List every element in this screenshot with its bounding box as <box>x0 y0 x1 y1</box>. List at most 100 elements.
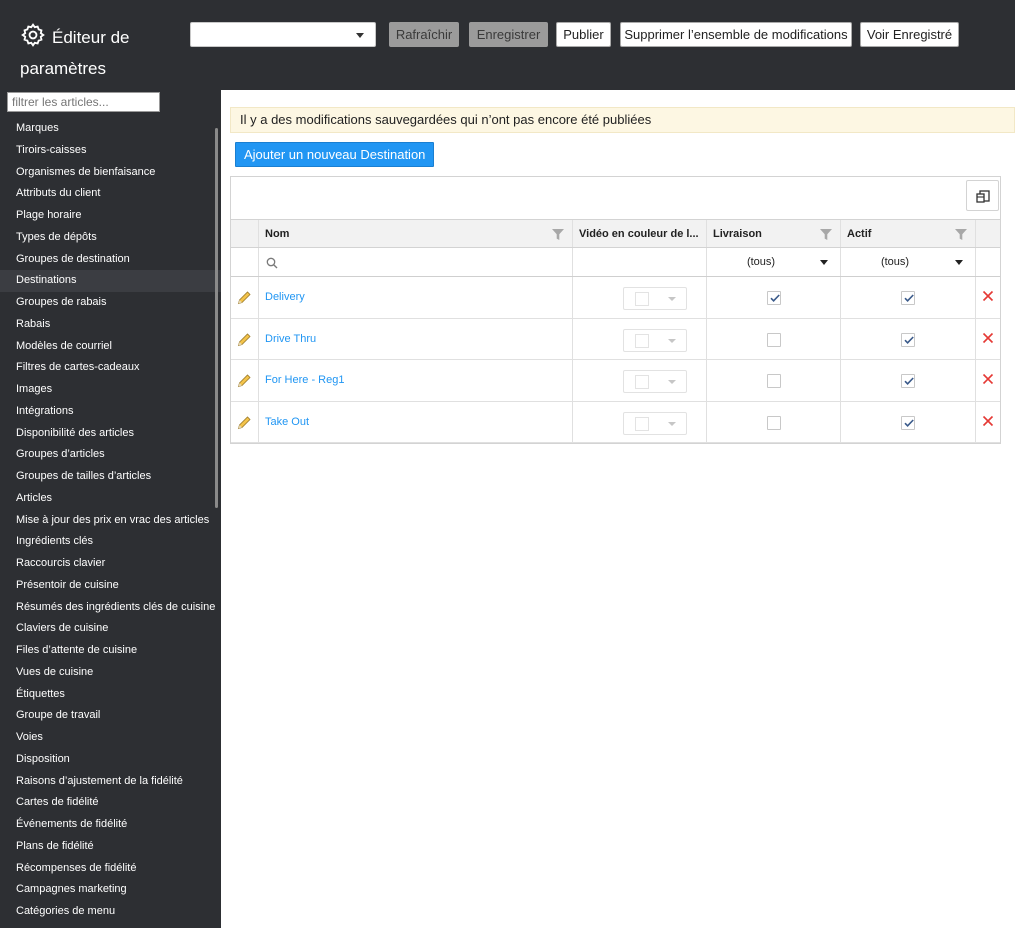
sidebar-item[interactable]: Intégrations <box>0 401 221 423</box>
sidebar-item[interactable]: Raccourcis clavier <box>0 553 221 575</box>
pencil-icon[interactable] <box>237 415 252 430</box>
funnel-icon[interactable] <box>820 229 832 240</box>
delivery-checkbox[interactable] <box>767 415 781 430</box>
active-filter-select[interactable]: (tous) <box>841 248 976 276</box>
sidebar-item[interactable]: Mise à jour des prix en vrac des article… <box>0 510 221 532</box>
color-dropdown[interactable] <box>623 287 687 310</box>
close-icon[interactable] <box>982 332 994 344</box>
refresh-button[interactable]: Rafraîchir <box>389 22 459 47</box>
sidebar-item[interactable]: Tiroirs-caisses <box>0 140 221 162</box>
color-swatch <box>635 333 649 348</box>
sidebar-item[interactable]: Catégories de menu <box>0 901 221 923</box>
funnel-icon[interactable] <box>955 229 967 240</box>
grid-toolbar <box>231 177 1000 220</box>
header-delete-col <box>976 220 1000 247</box>
sidebar-item[interactable]: Plage horaire <box>0 205 221 227</box>
sidebar-item[interactable]: Plans de fidélité <box>0 836 221 858</box>
sidebar-item[interactable]: Disposition <box>0 749 221 771</box>
name-filter-input[interactable] <box>259 248 573 276</box>
delivery-cell <box>707 401 841 442</box>
view-saved-button[interactable]: Voir Enregistré <box>860 22 959 47</box>
destination-name-link[interactable]: Drive Thru <box>259 333 316 345</box>
sidebar-item[interactable]: Claviers de cuisine <box>0 618 221 640</box>
sidebar-item[interactable]: Événements de fidélité <box>0 814 221 836</box>
column-header-video-color[interactable]: Vidéo en couleur de l... <box>573 220 707 247</box>
sidebar-item[interactable]: Groupes de tailles d’articles <box>0 466 221 488</box>
save-button[interactable]: Enregistrer <box>469 22 548 47</box>
sidebar-item[interactable]: Types de dépôts <box>0 227 221 249</box>
sidebar-item[interactable]: Récompenses de fidélité <box>0 858 221 880</box>
active-checkbox[interactable] <box>901 415 915 430</box>
delivery-checkbox[interactable] <box>767 332 781 347</box>
color-dropdown[interactable] <box>623 411 687 435</box>
sidebar-item[interactable]: Vues de cuisine <box>0 662 221 684</box>
pencil-icon[interactable] <box>237 373 252 388</box>
sidebar-item[interactable]: Files d’attente de cuisine <box>0 640 221 662</box>
sidebar-item[interactable]: Cartes de fidélité <box>0 792 221 814</box>
delivery-filter-select[interactable]: (tous) <box>707 248 841 276</box>
pencil-icon[interactable] <box>237 332 252 347</box>
active-checkbox[interactable] <box>901 291 915 305</box>
sidebar-item[interactable]: Groupes d’articles <box>0 444 221 466</box>
destination-name-link[interactable]: Take Out <box>259 416 309 428</box>
sidebar-item[interactable]: Organismes de bienfaisance <box>0 162 221 184</box>
funnel-icon[interactable] <box>552 229 564 240</box>
color-swatch <box>635 292 649 306</box>
column-header-delivery[interactable]: Livraison <box>707 220 841 247</box>
sidebar-item[interactable]: Disponibilité des articles <box>0 423 221 445</box>
sidebar-item[interactable]: Présentoir de cuisine <box>0 575 221 597</box>
sidebar-item[interactable]: Destinations <box>0 270 221 292</box>
sidebar-item[interactable]: Ingrédients clés <box>0 531 221 553</box>
sidebar-item[interactable]: Étiquettes <box>0 684 221 706</box>
sidebar-item[interactable]: Résumés des ingrédients clés de cuisine <box>0 597 221 619</box>
table-row: Delivery <box>231 277 1000 319</box>
sidebar-item[interactable]: Groupe de travail <box>0 705 221 727</box>
delivery-filter-value: (tous) <box>746 256 776 268</box>
sidebar-item[interactable]: Images <box>0 379 221 401</box>
filter-delete-col <box>976 248 1000 276</box>
sidebar-item[interactable]: Groupes de rabais <box>0 292 221 314</box>
delete-changeset-button[interactable]: Supprimer l’ensemble de modifications <box>620 22 852 47</box>
close-icon[interactable] <box>982 373 994 385</box>
close-icon[interactable] <box>982 415 994 427</box>
name-cell: Delivery <box>259 277 573 318</box>
close-icon[interactable] <box>982 290 994 302</box>
changeset-select[interactable] <box>190 22 376 47</box>
destination-name-link[interactable]: Delivery <box>259 291 305 303</box>
delete-cell <box>976 360 1000 401</box>
sidebar-scrollbar[interactable] <box>215 128 218 508</box>
color-dropdown[interactable] <box>623 370 687 393</box>
sidebar-filter-input[interactable] <box>7 92 160 112</box>
active-checkbox[interactable] <box>901 374 915 388</box>
sidebar-item[interactable]: Voies <box>0 727 221 749</box>
pencil-icon[interactable] <box>237 290 252 305</box>
sidebar-item[interactable]: Raisons d’ajustement de la fidélité <box>0 771 221 793</box>
sidebar-item[interactable]: Rabais <box>0 314 221 336</box>
publish-button[interactable]: Publier <box>556 22 611 47</box>
column-header-active[interactable]: Actif <box>841 220 976 247</box>
gear-icon <box>20 22 46 56</box>
column-chooser-icon[interactable] <box>966 180 999 211</box>
table-row: Drive Thru <box>231 318 1000 360</box>
delivery-cell <box>707 360 841 401</box>
sidebar-item[interactable]: Articles <box>0 488 221 510</box>
delivery-checkbox[interactable] <box>767 374 781 388</box>
active-cell <box>841 318 976 359</box>
add-destination-button[interactable]: Ajouter un nouveau Destination <box>235 142 435 167</box>
video-color-cell <box>573 277 707 318</box>
sidebar-item[interactable]: Marques <box>0 118 221 140</box>
delivery-checkbox[interactable] <box>767 291 781 305</box>
sidebar-item[interactable]: Groupes de destination <box>0 249 221 271</box>
sidebar-item[interactable]: Attributs du client <box>0 183 221 205</box>
active-checkbox[interactable] <box>901 332 915 347</box>
chevron-down-icon <box>668 380 676 384</box>
edit-cell <box>231 318 259 359</box>
column-header-name[interactable]: Nom <box>259 220 573 247</box>
sidebar-item[interactable]: Filtres de cartes-cadeaux <box>0 357 221 379</box>
color-dropdown[interactable] <box>623 328 687 352</box>
sidebar-item[interactable]: Campagnes marketing <box>0 879 221 901</box>
sidebar-item[interactable]: Modèles de courriel <box>0 336 221 358</box>
destination-name-link[interactable]: For Here - Reg1 <box>259 374 344 386</box>
unpublished-notice: Il y a des modifications sauvegardées qu… <box>230 107 1015 133</box>
chevron-down-icon <box>820 260 828 265</box>
